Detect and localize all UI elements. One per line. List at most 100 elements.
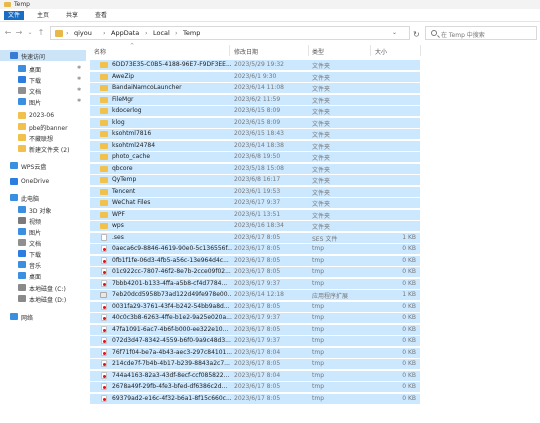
tab-file[interactable]: 文件: [4, 11, 25, 20]
sidebar-item[interactable]: 下载: [0, 248, 86, 259]
file-row[interactable]: photo_cache 2023/6/8 19:50 文件夹: [90, 152, 420, 162]
file-date: 2023/6/14 18:38: [234, 141, 284, 149]
file-row[interactable]: 0fb1f1fe-06d3-4fb5-a56c-13e964d4c... 2023…: [90, 255, 420, 266]
file-row[interactable]: BandaiNamcoLauncher 2023/6/14 11:08 文件夹: [90, 83, 420, 93]
file-name: 2678a49f-29fb-4fe3-bfed-df6386c2d...: [112, 383, 228, 390]
file-size: 0 KB: [402, 279, 416, 287]
file-type: 文件夹: [312, 178, 331, 185]
tab-view[interactable]: 查看: [91, 11, 111, 20]
file-row[interactable]: 7bbb4201-b133-4ffa-a5b8-cf4d7784... 2023/…: [90, 278, 420, 289]
sidebar-item[interactable]: 网络: [0, 311, 86, 322]
sidebar-item[interactable]: OneDrive: [0, 176, 86, 187]
column-type[interactable]: 类型: [312, 47, 324, 56]
sidebar-item[interactable]: 图片: [0, 226, 86, 237]
file-row[interactable]: 0031fa29-3761-43f4-b242-54bb9a8d... 2023/…: [90, 301, 420, 312]
pin-icon[interactable]: ✱: [77, 65, 81, 71]
folder-icon: [100, 200, 108, 206]
sidebar-item[interactable]: 图片 ✱: [0, 96, 86, 107]
pin-icon[interactable]: ✱: [77, 76, 81, 82]
column-name[interactable]: 名称: [94, 47, 106, 56]
pin-icon[interactable]: ✱: [77, 98, 81, 104]
file-row[interactable]: 40c0c3b8-6263-4ffe-b1e2-9a25e020a... 2023…: [90, 313, 420, 323]
sidebar-item[interactable]: 桌面: [0, 270, 86, 281]
sidebar-item[interactable]: 桌面 ✱: [0, 63, 86, 74]
breadcrumb-qiyou[interactable]: qiyou: [74, 29, 92, 37]
file-date: 2023/6/17 9:37: [234, 314, 281, 321]
back-arrow-icon[interactable]: ←: [4, 28, 12, 37]
file-row[interactable]: WPF 2023/6/1 13:51 文件夹: [90, 209, 420, 220]
sidebar-item[interactable]: 快速访问: [0, 50, 86, 61]
sidebar-item[interactable]: 2023-06: [0, 110, 86, 121]
breadcrumb-appdata[interactable]: AppData: [111, 29, 139, 37]
tab-share[interactable]: 共享: [62, 11, 82, 20]
file-type: tmp: [312, 268, 325, 275]
file-row[interactable]: 744a4163-82a3-43df-8ecf-ccf085822... 2023…: [90, 370, 420, 381]
sidebar-item[interactable]: 文档 ✱: [0, 85, 86, 96]
sidebar-item[interactable]: 下载 ✱: [0, 74, 86, 85]
sidebar-item-label: 新建文件夹 (2): [29, 147, 70, 154]
file-row[interactable]: .ses 2023/6/17 8:05 SES 文件 1 KB: [90, 232, 420, 243]
tmp-file-icon: [101, 302, 107, 310]
file-row[interactable]: 2678a49f-29fb-4fe3-bfed-df6386c2d... 2023…: [90, 382, 420, 392]
file-row[interactable]: qbcore 2023/5/18 15:08 文件夹: [90, 163, 420, 174]
chevron-right-icon: ›: [175, 29, 178, 37]
file-row[interactable]: 0aeca6c9-8846-4619-90e0-5c136556f... 2023…: [90, 244, 420, 254]
address-bar[interactable]: › qiyou › AppData › Local › Temp ⌄: [50, 26, 410, 40]
search-input[interactable]: 在 Temp 中搜索: [425, 26, 537, 40]
file-type: 文件夹: [312, 132, 331, 139]
file-row[interactable]: ksohtml7816 2023/6/15 18:43 文件夹: [90, 129, 420, 139]
file-row[interactable]: WeChat Files 2023/6/17 9:37 文件夹: [90, 198, 420, 208]
file-row[interactable]: wps 2023/6/16 18:34 文件夹: [90, 221, 420, 231]
file-row[interactable]: kdocerlog 2023/6/15 8:09 文件夹: [90, 106, 420, 116]
sidebar-item[interactable]: 本地磁盘 (C:): [0, 282, 86, 293]
column-divider: [229, 45, 230, 56]
chevron-right-icon: ›: [66, 29, 69, 37]
folder-icon: [100, 85, 108, 91]
up-arrow-icon[interactable]: ↑: [37, 28, 45, 37]
file-row[interactable]: 01c922cc-7807-46f2-8e7b-2cce09f02... 2023…: [90, 267, 420, 277]
tmp-file-icon: [101, 279, 107, 287]
file-row[interactable]: klog 2023/6/15 8:09 文件夹: [90, 117, 420, 128]
sidebar-item[interactable]: 文档: [0, 237, 86, 248]
file-date: 2023/6/1 13:51: [234, 210, 281, 218]
file-row[interactable]: QyTemp 2023/6/8 16:17 文件夹: [90, 175, 420, 185]
file-name: 01c922cc-7807-46f2-8e7b-2cce09f02...: [112, 268, 231, 275]
file-row[interactable]: Tencent 2023/6/1 19:53 文件夹: [90, 186, 420, 197]
file-date: 2023/6/15 8:09: [234, 118, 281, 126]
folder-icon: [55, 30, 63, 37]
sidebar-item[interactable]: 音乐: [0, 259, 86, 270]
file-row[interactable]: FileMgr 2023/6/2 11:59 文件夹: [90, 94, 420, 105]
sidebar-item[interactable]: 3D 对象: [0, 204, 86, 215]
sidebar-item[interactable]: 新建文件夹 (2): [0, 143, 86, 154]
column-date[interactable]: 修改日期: [234, 47, 258, 56]
breadcrumb-temp[interactable]: Temp: [183, 29, 200, 37]
file-row[interactable]: 7eb20dcd5958b73ad122d49fe978e00... 2023/6…: [90, 290, 420, 300]
file-date: 2023/6/17 8:05: [234, 383, 281, 390]
breadcrumb-local[interactable]: Local: [153, 29, 170, 37]
tmp-file-icon: [101, 256, 107, 264]
column-size[interactable]: 大小: [375, 47, 387, 56]
file-row[interactable]: 69379ad2-e16c-4f32-b6a1-8f15c660c... 2023…: [90, 393, 420, 404]
sidebar-item[interactable]: 不藏联想: [0, 132, 86, 143]
tab-home[interactable]: 主页: [33, 11, 53, 20]
address-dropdown-icon[interactable]: ⌄: [392, 29, 397, 36]
forward-arrow-icon[interactable]: →: [15, 28, 23, 37]
file-row[interactable]: AweZip 2023/6/1 9:30 文件夹: [90, 71, 420, 82]
sidebar-item[interactable]: 视频: [0, 215, 86, 226]
file-row[interactable]: 214cde7f-7b4b-4b17-b239-8843a2c7... 2023/…: [90, 359, 420, 369]
file-row[interactable]: 76f71f04-be7a-4b43-aec3-297c84101... 2023…: [90, 347, 420, 358]
file-row[interactable]: ksohtml24784 2023/6/14 18:38 文件夹: [90, 140, 420, 151]
sidebar-item[interactable]: pbe的banner: [0, 121, 86, 132]
pin-icon[interactable]: ✱: [77, 87, 81, 93]
file-row[interactable]: 072d3d47-8342-4559-b6f0-9a9c48d3... 2023/…: [90, 336, 420, 346]
sidebar-item[interactable]: 本地磁盘 (D:): [0, 293, 86, 304]
search-icon: [431, 30, 437, 36]
sidebar-item[interactable]: WPS云盘: [0, 160, 86, 171]
file-name: WPF: [112, 210, 126, 218]
file-row[interactable]: 6DD73E35-C0B5-4188-96E7-F9DF3EE... 2023/5…: [90, 60, 420, 70]
recent-locations-icon[interactable]: ⌄: [26, 28, 34, 37]
file-row[interactable]: 47fa1091-6ac7-4b6f-b000-ee322e10... 2023/…: [90, 324, 420, 335]
sidebar-item-label: 不藏联想: [29, 136, 54, 143]
refresh-icon[interactable]: ↻: [413, 30, 420, 39]
sidebar-item[interactable]: 此电脑: [0, 192, 86, 203]
